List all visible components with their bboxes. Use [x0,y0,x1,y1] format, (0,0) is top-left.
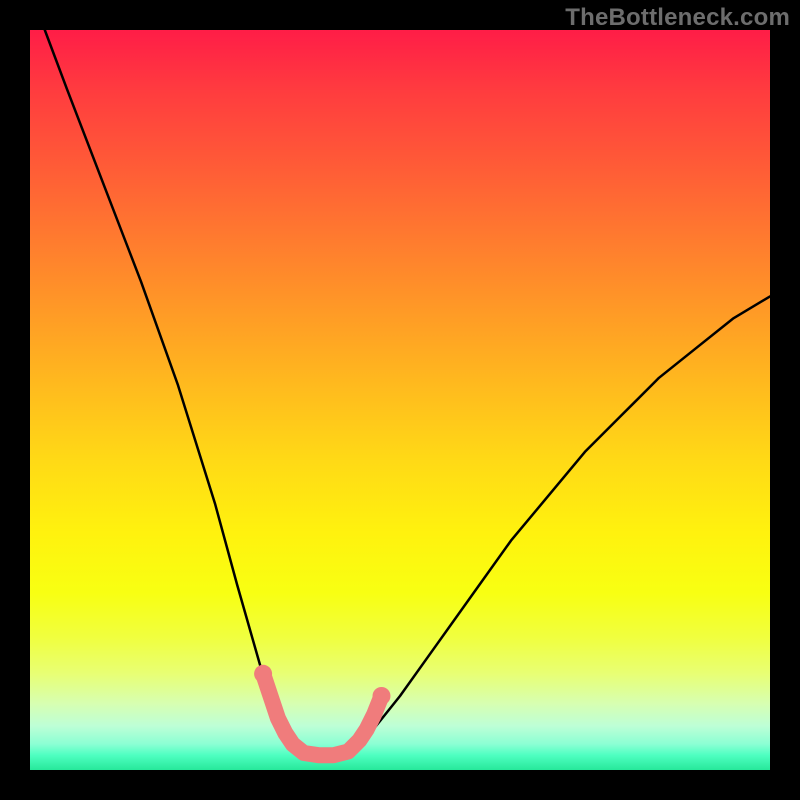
watermark-text: TheBottleneck.com [565,4,790,32]
sweet-spot-endpoint [373,687,391,705]
curve-layer [30,30,770,770]
sweet-spot-endpoint [254,665,272,683]
chart-frame: TheBottleneck.com [0,0,800,800]
sweet-spot-highlight [263,674,381,755]
bottleneck-curve [45,30,770,755]
plot-area [30,30,770,770]
